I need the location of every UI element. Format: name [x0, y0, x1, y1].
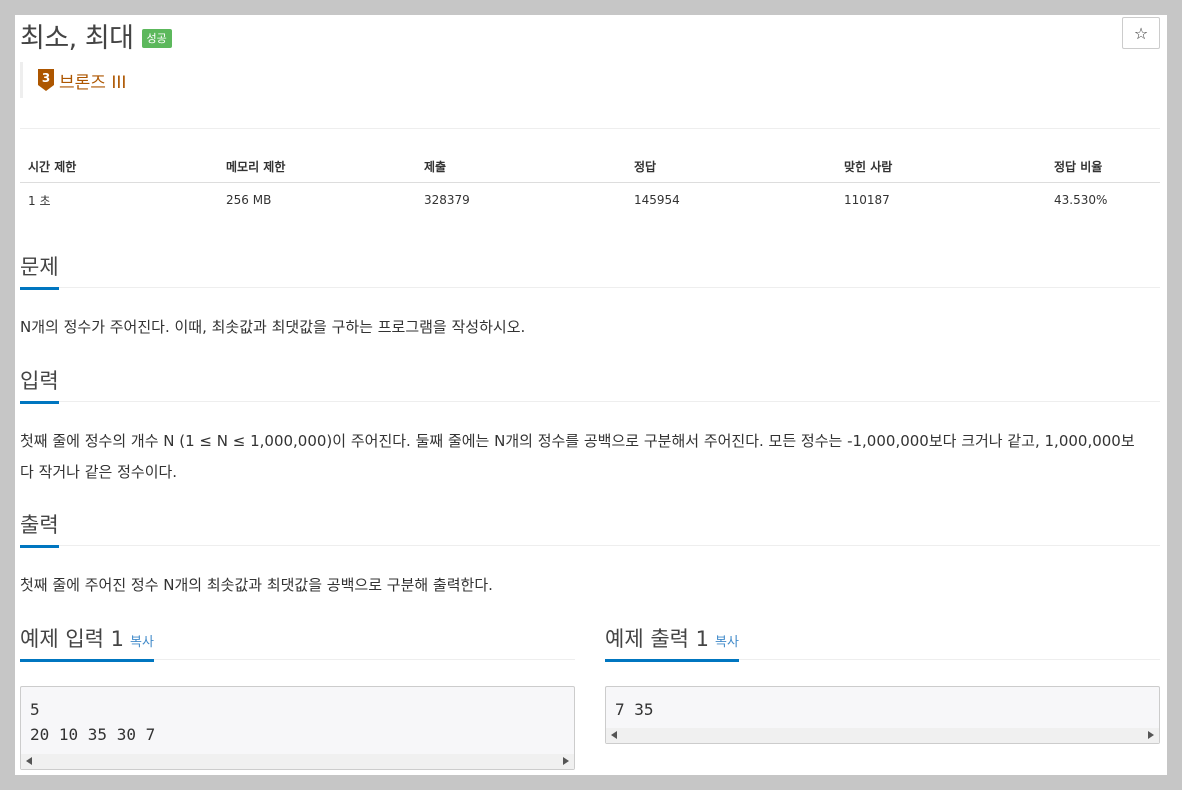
sample-input-content: 5 20 10 35 30 7: [30, 697, 155, 747]
divider: [20, 128, 1160, 129]
info-value-row: 1 초 256 MB 328379 145954 110187 43.530%: [20, 183, 1160, 218]
sample-input-copy-button[interactable]: 복사: [130, 635, 154, 650]
scroll-left-arrow-icon[interactable]: [611, 731, 617, 739]
output-section-header: 출력: [20, 509, 1160, 548]
problem-title: 최소, 최대: [20, 22, 134, 54]
sample-input-header: 예제 입력 1 복사: [20, 623, 575, 662]
scroll-left-arrow-icon[interactable]: [26, 757, 32, 765]
problem-page: 최소, 최대 성공 ☆ 3 브론즈 III 시간 제한 메모리 제한 제출 정답…: [15, 15, 1167, 775]
sample-output-heading: 예제 출력 1 복사: [605, 623, 739, 662]
description-text: N개의 정수가 주어진다. 이때, 최솟값과 최댓값을 구하는 프로그램을 작성…: [20, 318, 526, 336]
status-badge: 성공: [141, 28, 172, 48]
sample-output-scrollbar[interactable]: [606, 728, 1159, 743]
sample-output-line-1: 7 35: [615, 700, 654, 719]
sample-input-scrollbar[interactable]: [21, 754, 574, 769]
value-time-limit: 1 초: [28, 193, 51, 208]
input-text-line-1: 첫째 줄에 정수의 개수 N (1 ≤ N ≤ 1,000,000)이 주어진다…: [20, 432, 1135, 450]
sample-input-heading: 예제 입력 1 복사: [20, 623, 154, 662]
output-text: 첫째 줄에 주어진 정수 N개의 최솟값과 최댓값을 공백으로 구분해 출력한다…: [20, 576, 493, 594]
value-accept-ratio: 43.530%: [1054, 193, 1108, 207]
input-heading: 입력: [20, 365, 59, 404]
star-button[interactable]: ☆: [1122, 17, 1160, 49]
header-time-limit: 시간 제한: [20, 151, 218, 183]
header-submissions: 제출: [416, 151, 626, 183]
description-section-header: 문제: [20, 251, 1160, 290]
problem-info-table: 시간 제한 메모리 제한 제출 정답 맞힌 사람 정답 비율 1 초 256 M…: [20, 151, 1160, 217]
value-accepted[interactable]: 145954: [626, 183, 836, 218]
info-header-row: 시간 제한 메모리 제한 제출 정답 맞힌 사람 정답 비율: [20, 151, 1160, 183]
header-solved-users: 맞힌 사람: [836, 151, 1046, 183]
description-heading: 문제: [20, 251, 59, 290]
sample-input-line-1: 5: [30, 700, 40, 719]
sample-input-title: 예제 입력 1: [20, 627, 124, 651]
header-accepted: 정답: [626, 151, 836, 183]
sample-output-header: 예제 출력 1 복사: [605, 623, 1160, 662]
tier-label: 브론즈 III: [59, 72, 127, 93]
sample-output-box[interactable]: 7 35: [605, 686, 1160, 744]
input-section-header: 입력: [20, 365, 1160, 404]
sample-output-copy-button[interactable]: 복사: [715, 635, 739, 650]
output-heading: 출력: [20, 509, 59, 548]
value-memory-limit: 256 MB: [226, 193, 272, 207]
tier-number: 3: [42, 71, 50, 85]
input-text-line-2: 다 작거나 같은 정수이다.: [20, 463, 178, 481]
sample-output-content: 7 35: [615, 697, 654, 722]
bronze-tier-icon: 3: [38, 69, 54, 91]
sample-input-line-2: 20 10 35 30 7: [30, 725, 156, 744]
header-memory-limit: 메모리 제한: [218, 151, 416, 183]
sample-output-title: 예제 출력 1: [605, 627, 709, 651]
star-icon: ☆: [1133, 23, 1149, 43]
header-accept-ratio: 정답 비율: [1046, 151, 1160, 183]
value-submissions[interactable]: 328379: [416, 183, 626, 218]
input-description: 첫째 줄에 정수의 개수 N (1 ≤ N ≤ 1,000,000)이 주어진다…: [20, 426, 1160, 488]
sample-input-box[interactable]: 5 20 10 35 30 7: [20, 686, 575, 770]
scroll-right-arrow-icon[interactable]: [1148, 731, 1154, 739]
scroll-right-arrow-icon[interactable]: [563, 757, 569, 765]
title-row: 최소, 최대 성공: [20, 17, 172, 54]
tier-block[interactable]: 3 브론즈 III: [20, 62, 126, 98]
value-solved-users[interactable]: 110187: [836, 183, 1046, 218]
